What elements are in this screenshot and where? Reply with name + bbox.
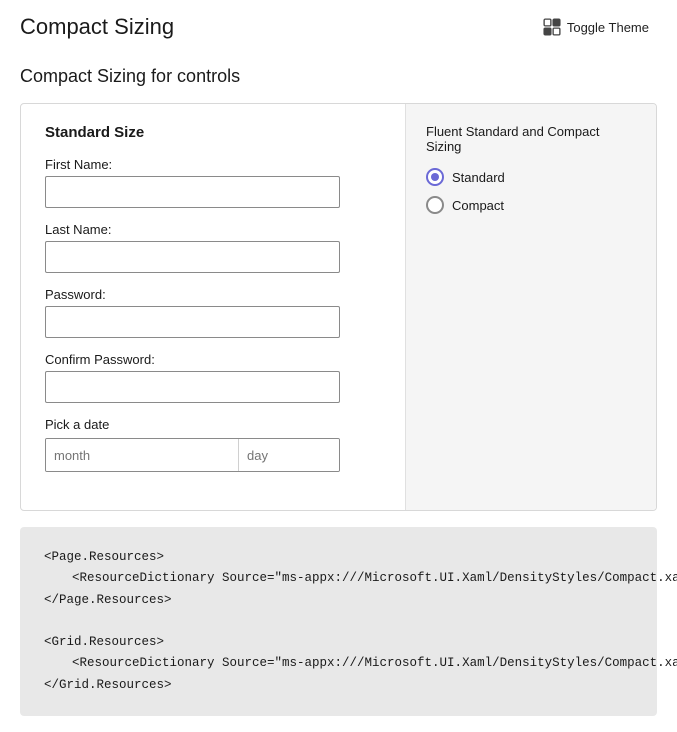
code-line-1: <Page.Resources>	[44, 547, 633, 568]
main-panel: Standard Size First Name: Last Name: Pas…	[20, 103, 657, 511]
first-name-input[interactable]	[45, 176, 340, 208]
confirm-password-label: Confirm Password:	[45, 352, 381, 367]
compact-option[interactable]: Compact	[426, 196, 636, 214]
password-label: Password:	[45, 287, 381, 302]
toggle-theme-button[interactable]: Toggle Theme	[535, 14, 657, 40]
compact-label: Compact	[452, 198, 504, 213]
password-group: Password:	[45, 287, 381, 338]
compact-radio[interactable]	[426, 196, 444, 214]
code-line-6: </Grid.Resources>	[44, 675, 633, 696]
month-input[interactable]	[46, 439, 239, 471]
password-input[interactable]	[45, 306, 340, 338]
section-title: Compact Sizing for controls	[20, 66, 657, 87]
confirm-password-input[interactable]	[45, 371, 340, 403]
content-area: Compact Sizing for controls Standard Siz…	[0, 50, 677, 732]
first-name-group: First Name:	[45, 157, 381, 208]
code-line-4: <Grid.Resources>	[44, 632, 633, 653]
confirm-password-group: Confirm Password:	[45, 352, 381, 403]
date-picker-group: Pick a date	[45, 417, 381, 472]
options-title: Fluent Standard and Compact Sizing	[426, 124, 636, 154]
toggle-theme-label: Toggle Theme	[567, 20, 649, 35]
code-line-3: </Page.Resources>	[44, 590, 633, 611]
toggle-theme-icon	[543, 18, 561, 36]
code-panel: <Page.Resources><ResourceDictionary Sour…	[20, 527, 657, 716]
code-line-5: <ResourceDictionary Source="ms-appx:///M…	[44, 653, 633, 674]
page-title: Compact Sizing	[20, 14, 174, 40]
day-input[interactable]	[239, 439, 340, 471]
standard-radio[interactable]	[426, 168, 444, 186]
last-name-label: Last Name:	[45, 222, 381, 237]
code-line-2: <ResourceDictionary Source="ms-appx:///M…	[44, 568, 633, 589]
form-panel: Standard Size First Name: Last Name: Pas…	[21, 104, 406, 510]
standard-option[interactable]: Standard	[426, 168, 636, 186]
date-picker-label: Pick a date	[45, 417, 381, 432]
first-name-label: First Name:	[45, 157, 381, 172]
top-bar: Compact Sizing Toggle Theme	[0, 0, 677, 50]
options-panel: Fluent Standard and Compact Sizing Stand…	[406, 104, 656, 510]
date-picker	[45, 438, 340, 472]
form-panel-title: Standard Size	[45, 124, 381, 141]
last-name-input[interactable]	[45, 241, 340, 273]
standard-label: Standard	[452, 170, 505, 185]
last-name-group: Last Name:	[45, 222, 381, 273]
